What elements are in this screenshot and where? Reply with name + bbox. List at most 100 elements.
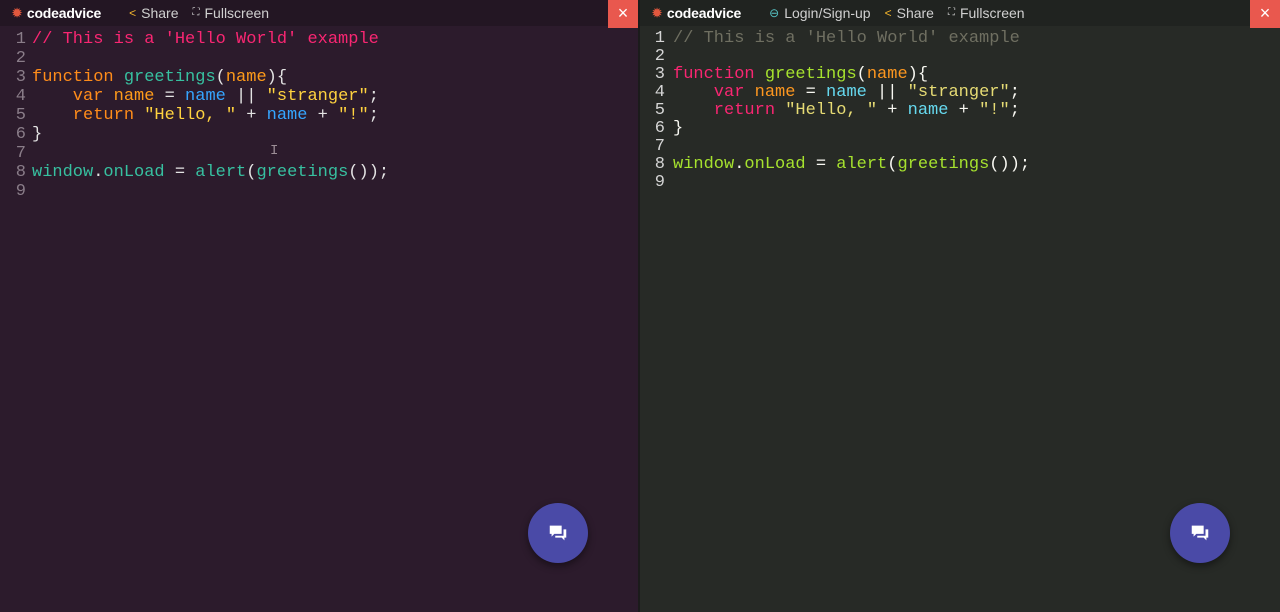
fullscreen-icon: ⛶ xyxy=(192,7,200,18)
code-token: greetings xyxy=(123,68,216,87)
code-token: greetings xyxy=(897,155,990,174)
code-token: } xyxy=(673,119,684,138)
line-number: 3 xyxy=(654,65,665,84)
login-button[interactable]: ⊖ Login/Sign-up xyxy=(769,0,870,26)
code-token: = xyxy=(154,87,186,106)
line-number: 6 xyxy=(15,125,26,144)
code-token: || xyxy=(866,83,908,102)
code-token: + xyxy=(948,101,980,120)
line-number: 9 xyxy=(654,173,665,192)
code-token: "!" xyxy=(979,101,1010,120)
code-token: + xyxy=(236,106,267,125)
code-token: greetings xyxy=(764,65,857,84)
code-token: "!" xyxy=(338,106,369,125)
code-line[interactable]: 3 function greetings(name){ xyxy=(0,68,638,87)
code-token: function xyxy=(32,68,124,87)
share-button[interactable]: < Share xyxy=(885,0,934,26)
code-line[interactable]: 8 window.onLoad = alert(greetings()); xyxy=(0,163,638,182)
code-line[interactable]: 1 // This is a 'Hello World' example xyxy=(0,30,638,49)
code-token: ){ xyxy=(266,68,288,87)
code-token: "Hello, " xyxy=(144,106,237,125)
right-editor-pane: ✹ codeadvice ⊖ Login/Sign-up < Share ⛶ F… xyxy=(640,0,1280,612)
code-text: function greetings(name){ xyxy=(673,66,928,84)
brand-link[interactable]: ✹ codeadvice xyxy=(12,0,101,26)
code-token: return xyxy=(32,106,145,125)
code-token: // This is a 'Hello World' example xyxy=(673,29,1020,48)
code-line[interactable]: 4 var name = name || "stranger"; xyxy=(640,84,1280,102)
code-line[interactable]: 5 return "Hello, " + name + "!"; xyxy=(0,106,638,125)
code-text: // This is a 'Hello World' example xyxy=(673,30,1020,48)
code-token: ){ xyxy=(907,65,929,84)
close-button[interactable]: × xyxy=(608,0,638,28)
code-token: name xyxy=(185,87,226,106)
share-label: Share xyxy=(896,5,934,21)
code-token: return xyxy=(673,101,786,120)
code-token: ; xyxy=(1009,83,1020,102)
code-token: // This is a 'Hello World' example xyxy=(32,30,379,49)
code-token: = xyxy=(795,83,827,102)
code-token: greetings xyxy=(256,163,349,182)
left-top-nav: ✹ codeadvice < Share ⛶ Fullscreen × xyxy=(0,0,638,28)
line-number: 8 xyxy=(15,163,26,182)
line-number: 6 xyxy=(654,119,665,138)
fullscreen-button[interactable]: ⛶ Fullscreen xyxy=(948,0,1025,26)
code-token: name xyxy=(113,87,155,106)
code-token: alert xyxy=(195,163,247,182)
chat-icon xyxy=(1191,525,1209,541)
code-line[interactable]: 7 xyxy=(0,144,638,163)
code-token: window xyxy=(673,155,735,174)
code-line[interactable]: 3 function greetings(name){ xyxy=(640,66,1280,84)
code-token: "stranger" xyxy=(907,83,1010,102)
fullscreen-label: Fullscreen xyxy=(959,5,1025,21)
line-number: 5 xyxy=(654,101,665,120)
code-token: function xyxy=(673,65,765,84)
code-token: var xyxy=(673,83,755,102)
line-number: 1 xyxy=(15,30,26,49)
bug-icon: ✹ xyxy=(12,6,22,20)
code-line[interactable]: 2 xyxy=(640,48,1280,66)
chat-icon xyxy=(549,525,567,541)
code-token: . xyxy=(734,155,745,174)
line-number: 2 xyxy=(654,47,665,66)
login-icon: ⊖ xyxy=(769,6,780,20)
code-token: "Hello, " xyxy=(785,101,878,120)
code-line[interactable]: 6} xyxy=(0,125,638,144)
code-line[interactable]: 8 window.onLoad = alert(greetings()); xyxy=(640,156,1280,174)
code-line[interactable]: 7 xyxy=(640,138,1280,156)
line-number: 7 xyxy=(654,137,665,156)
code-token: name xyxy=(866,65,908,84)
code-token: + xyxy=(307,106,339,125)
line-number: 3 xyxy=(15,68,26,87)
code-token: + xyxy=(877,101,908,120)
code-text: } xyxy=(32,125,42,144)
code-line[interactable]: 5 return "Hello, " + name + "!"; xyxy=(640,102,1280,120)
brand-label: codeadvice xyxy=(666,5,742,21)
chat-button[interactable] xyxy=(528,503,588,563)
code-text: // This is a 'Hello World' example xyxy=(32,30,379,49)
code-token: name xyxy=(266,106,308,125)
code-editor[interactable]: 1 // This is a 'Hello World' example 2 3 fun… xyxy=(640,30,1280,192)
code-line[interactable]: 9 xyxy=(640,174,1280,192)
code-line[interactable]: 6} xyxy=(640,120,1280,138)
chat-button[interactable] xyxy=(1170,503,1230,563)
share-label: Share xyxy=(141,5,179,21)
share-icon: < xyxy=(129,6,137,20)
code-token: ( xyxy=(856,65,867,84)
line-number: 1 xyxy=(654,29,665,48)
code-line[interactable]: 1 // This is a 'Hello World' example xyxy=(640,30,1280,48)
code-editor[interactable]: 1 // This is a 'Hello World' example 2 3 fun… xyxy=(0,30,638,201)
code-text: return "Hello, " + name + "!"; xyxy=(32,106,379,125)
brand-label: codeadvice xyxy=(26,5,102,21)
code-text: var name = name || "stranger"; xyxy=(673,84,1020,102)
code-token: ()); xyxy=(989,155,1031,174)
code-line[interactable]: 9 xyxy=(0,182,638,201)
brand-link[interactable]: ✹ codeadvice xyxy=(652,0,741,26)
code-line[interactable]: 4 var name = name || "stranger"; xyxy=(0,87,638,106)
code-text: window.onLoad = alert(greetings()); xyxy=(673,156,1030,174)
code-line[interactable]: 2 xyxy=(0,49,638,68)
fullscreen-button[interactable]: ⛶ Fullscreen xyxy=(193,0,270,26)
close-button[interactable]: × xyxy=(1250,0,1280,28)
right-top-nav: ✹ codeadvice ⊖ Login/Sign-up < Share ⛶ F… xyxy=(640,0,1280,28)
line-number: 2 xyxy=(15,49,26,68)
share-button[interactable]: < Share xyxy=(129,0,178,26)
